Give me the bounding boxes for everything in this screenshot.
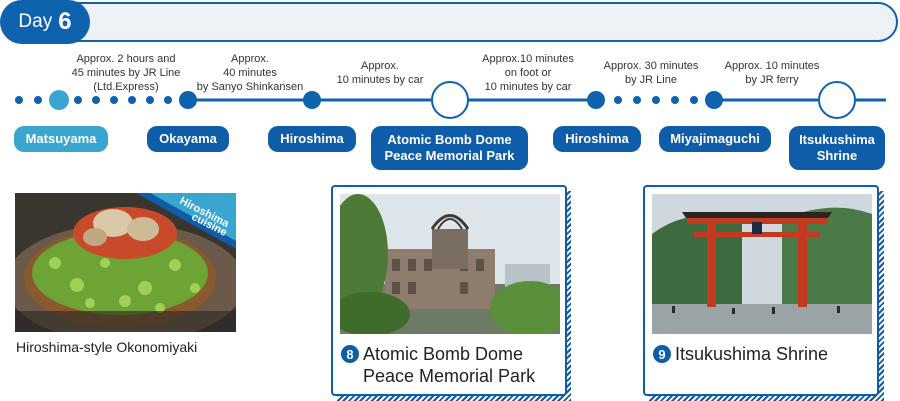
spot-number-9: 9 <box>653 345 671 363</box>
okonomiyaki-photo: Hiroshima cuisine <box>5 193 245 343</box>
stop-marker-hiroshima <box>303 91 321 109</box>
route-dot <box>164 96 172 104</box>
route-dot <box>652 96 660 104</box>
stop-marker-okayama <box>179 91 197 109</box>
station-matsuyama: Matsuyama <box>14 126 108 152</box>
station-hiroshima-2: Hiroshima <box>553 126 641 152</box>
station-miyajimaguchi: Miyajimaguchi <box>659 126 771 152</box>
stop-marker-atomic-bomb-dome <box>431 81 469 119</box>
stop-marker-matsuyama <box>49 90 69 110</box>
route-dot <box>128 96 136 104</box>
station-itsukushima-shrine: Itsukushima Shrine <box>789 126 885 170</box>
route-dot <box>74 96 82 104</box>
route-dot <box>671 96 679 104</box>
route-dot <box>110 96 118 104</box>
route-dot <box>690 96 698 104</box>
itsukushima-torii-image <box>652 194 872 334</box>
route-dot <box>614 96 622 104</box>
spot-title-8: Atomic Bomb Dome Peace Memorial Park <box>363 344 536 386</box>
stop-marker-hiroshima-2 <box>587 91 605 109</box>
stop-marker-itsukushima <box>818 81 856 119</box>
route-dot <box>633 96 641 104</box>
route-dot <box>15 96 23 104</box>
okonomiyaki-caption: Hiroshima-style Okonomiyaki <box>16 339 198 355</box>
route-track <box>15 81 886 119</box>
station-okayama: Okayama <box>147 126 229 152</box>
spot-card-itsukushima-shrine[interactable]: 9 Itsukushima Shrine <box>643 185 879 396</box>
station-atomic-bomb-dome: Atomic Bomb Dome Peace Memorial Park <box>371 126 528 170</box>
route-dot <box>146 96 154 104</box>
atomic-bomb-dome-image <box>340 194 560 334</box>
spot-card-atomic-bomb-dome[interactable]: 8 Atomic Bomb Dome Peace Memorial Park <box>331 185 567 396</box>
route-dot <box>34 96 42 104</box>
stop-marker-miyajimaguchi <box>705 91 723 109</box>
spot-number-8: 8 <box>341 345 359 363</box>
route-dot <box>92 96 100 104</box>
station-hiroshima: Hiroshima <box>268 126 356 152</box>
spot-title-9: Itsukushima Shrine <box>675 344 829 364</box>
